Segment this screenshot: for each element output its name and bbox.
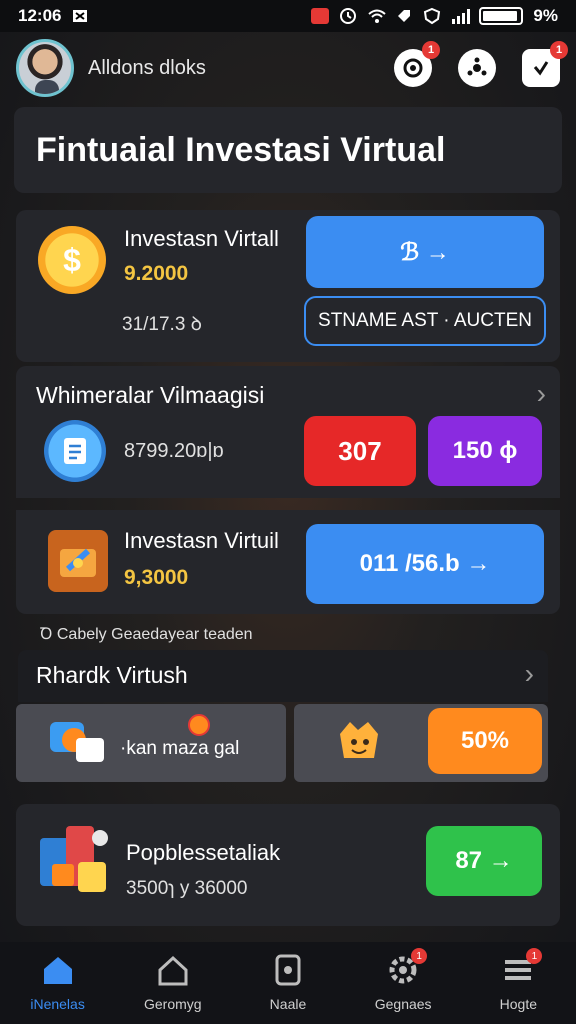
nav-item-naale[interactable]: Naale	[238, 954, 338, 1012]
game-icon	[50, 718, 106, 764]
wifi-icon	[367, 7, 387, 25]
product-card: Popblessetaliak 3500ɿ y 36000 87 →	[16, 804, 560, 926]
status-time: 12:06	[18, 6, 62, 25]
app-header: Alldons dloks 1 1	[0, 32, 576, 104]
market-title: Whimeralar Vilmaagisi	[36, 382, 265, 408]
rank-title: Rhardk Virtush	[36, 662, 188, 688]
alarm-icon	[339, 7, 357, 25]
chevron-right-icon[interactable]: ›	[525, 658, 534, 690]
chevron-right-icon[interactable]: ›	[537, 378, 546, 410]
nav-label-hogte: Hogte	[499, 996, 538, 1012]
page-title-card: Fintuaial Investasi Virtual	[14, 107, 562, 193]
avatar[interactable]	[16, 39, 74, 97]
gegnaes-badge: 1	[411, 948, 428, 964]
document-icon	[44, 420, 106, 482]
nav-label-home: iNenelas	[30, 996, 85, 1012]
investment-card: $ Investasn Virtall 9.2000 31/17.3 ꝺ ℬ →…	[16, 210, 560, 362]
purple-action-button[interactable]: 150 ɸ	[428, 416, 542, 486]
house-outline-icon	[156, 954, 190, 986]
product-go-button[interactable]: 87 →	[426, 826, 542, 896]
chat-icon[interactable]: 1	[394, 41, 440, 87]
rank-left-label: ·kan maza gal	[120, 738, 240, 759]
chat-badge: 1	[422, 41, 440, 59]
tag-icon	[395, 7, 413, 25]
caption-text: Ꝺ Cabely Geaedayear teaden	[40, 626, 253, 643]
nav-label-gegnaes: Gegnaes	[374, 996, 432, 1012]
nav-label-geromyg: Geromyg	[143, 996, 202, 1012]
investment-card-2: Investasn Virtuil 9,3000 011 /56.b →	[16, 510, 560, 614]
share-icon[interactable]	[458, 49, 496, 87]
mascot-icon	[334, 716, 384, 766]
product-sub: 3500ɿ y 36000	[126, 878, 248, 899]
market-value: 8799.20ɒ|ɒ	[124, 440, 224, 462]
rank-header: Rhardk Virtush ›	[18, 650, 548, 702]
shield-icon	[423, 7, 441, 25]
verified-icon[interactable]: 1	[522, 41, 568, 87]
page-title: Fintuaial Investasi Virtual	[36, 130, 446, 169]
investment-amount: 9.2000	[124, 262, 189, 285]
red-action-button[interactable]: 307	[304, 416, 416, 486]
nav-label-naale: Naale	[269, 996, 307, 1012]
battery-level: 9%	[533, 6, 558, 25]
app-alert-icon	[311, 8, 330, 24]
home-icon	[41, 954, 75, 986]
verified-badge: 1	[550, 41, 568, 59]
rank-left-tile[interactable]: ·kan maza gal	[16, 704, 286, 782]
nav-item-hogte[interactable]: 1 Hogte	[468, 948, 568, 1012]
auction-button[interactable]: STNAME AST · AUCTEN	[304, 296, 546, 346]
investment-2-label: Investasn Virtuil	[124, 528, 279, 553]
invest-primary-button[interactable]: ℬ →	[306, 216, 544, 288]
nav-item-geromyg[interactable]: Geromyg	[123, 954, 223, 1012]
hogte-badge: 1	[526, 948, 543, 964]
signal-icon	[451, 7, 471, 25]
market-section: Whimeralar Vilmaagisi › 8799.20ɒ|ɒ 307 1…	[16, 366, 560, 498]
investment-2-amount: 9,3000	[124, 566, 189, 589]
nav-item-gegnaes[interactable]: 1 Gegnaes	[353, 948, 453, 1012]
coin-badge-icon	[188, 714, 210, 736]
wallet-icon	[271, 954, 305, 986]
coin-icon: $	[38, 226, 106, 294]
bottom-nav: iNenelas Geromyg Naale 1 Gegnaes 1 Hogte	[0, 942, 576, 1024]
boxes-icon	[40, 822, 112, 898]
percent-button[interactable]: 50%	[428, 708, 542, 774]
notification-icon	[71, 7, 89, 25]
investment-label: Investasn Virtall	[124, 226, 279, 251]
status-bar: 12:06 9%	[0, 0, 576, 32]
nav-item-home[interactable]: iNenelas	[8, 954, 108, 1012]
investment-2-button[interactable]: 011 /56.b →	[306, 524, 544, 604]
product-label: Popblessetaliak	[126, 840, 281, 865]
investment-sub: 31/17.3 ꝺ	[122, 314, 203, 335]
username: Alldons dloks	[88, 56, 206, 79]
battery-icon	[479, 7, 524, 25]
rank-right-tile: 50%	[294, 704, 548, 782]
tools-icon	[48, 530, 108, 592]
